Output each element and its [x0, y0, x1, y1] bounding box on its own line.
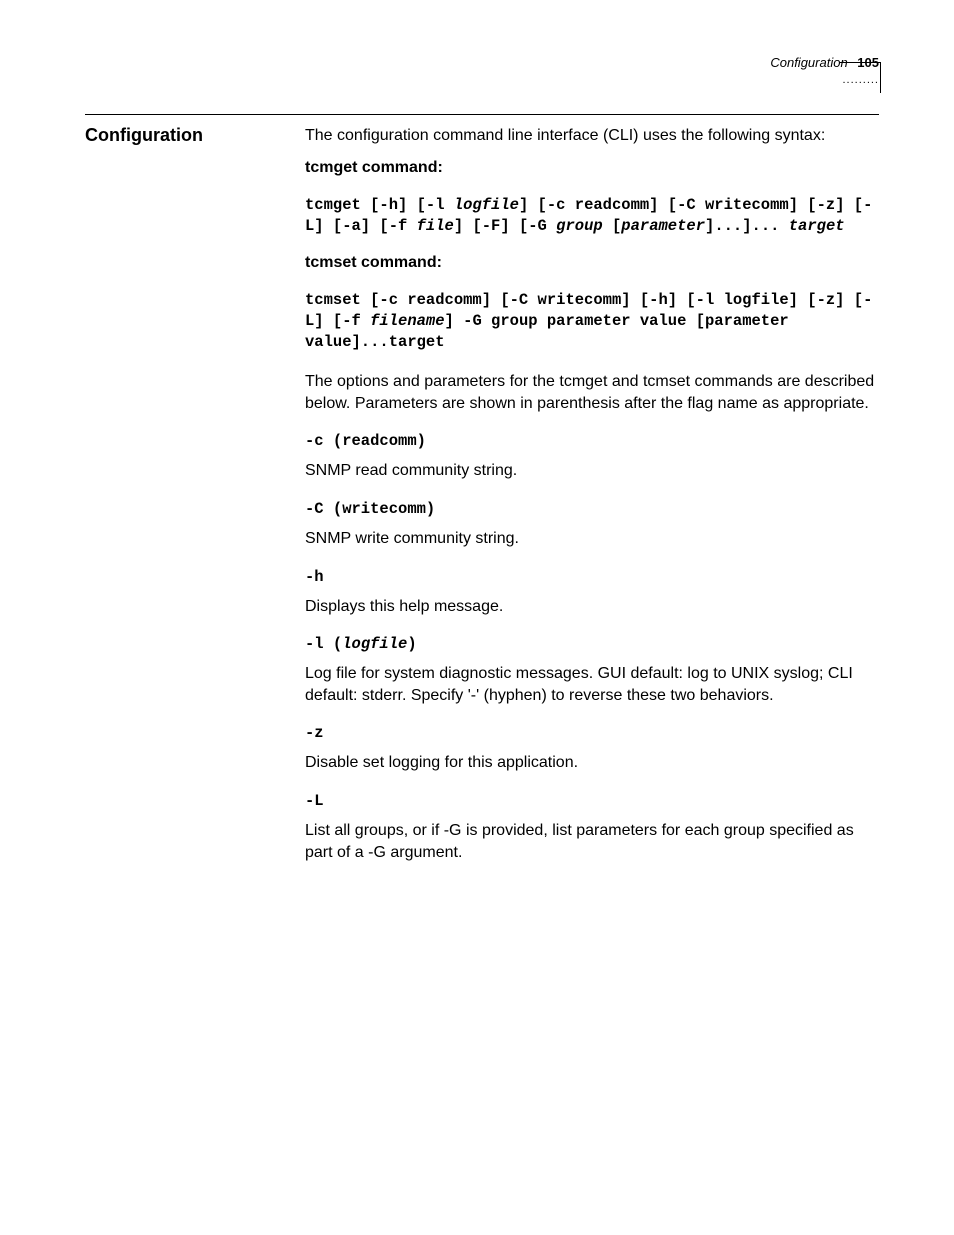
- flag-l-pre: -l (: [305, 635, 342, 653]
- tcmget-file: file: [417, 217, 454, 235]
- flag-z: -z: [305, 724, 879, 742]
- flag-c: -c (readcomm): [305, 432, 879, 450]
- tcmget-syntax-pre: tcmget [-h] [-l: [305, 196, 454, 214]
- running-head: Configuration 105: [85, 55, 879, 70]
- flag-l-arg: logfile: [342, 635, 407, 653]
- tcmget-syntax-mid2: ] [-F] [-G: [454, 217, 556, 235]
- desc-L: List all groups, or if -G is provided, l…: [305, 820, 879, 863]
- section-rule: [85, 114, 879, 115]
- tcmget-logfile: logfile: [454, 196, 519, 214]
- desc-z: Disable set logging for this application…: [305, 752, 879, 774]
- desc-c: SNMP read community string.: [305, 460, 879, 482]
- flag-l: -l (logfile): [305, 635, 879, 653]
- options-intro: The options and parameters for the tcmge…: [305, 371, 879, 414]
- flag-C: -C (writecomm): [305, 500, 879, 518]
- intro-text: The configuration command line interface…: [305, 125, 879, 147]
- flag-h: -h: [305, 568, 879, 586]
- left-column: Configuration: [85, 125, 305, 875]
- content-columns: Configuration The configuration command …: [85, 125, 879, 875]
- tcmget-group: group: [556, 217, 603, 235]
- desc-l: Log file for system diagnostic messages.…: [305, 663, 879, 706]
- header-dots: .........: [85, 74, 879, 86]
- desc-h: Displays this help message.: [305, 596, 879, 618]
- flag-l-post: ): [407, 635, 416, 653]
- tcmget-target: target: [789, 217, 845, 235]
- page: Configuration 105 ......... Configuratio…: [0, 0, 954, 935]
- tcmget-syntax: tcmget [-h] [-l logfile] [-c readcomm] […: [305, 195, 879, 237]
- desc-C: SNMP write community string.: [305, 528, 879, 550]
- flag-L: -L: [305, 792, 879, 810]
- tcmget-syntax-mid3: [: [603, 217, 622, 235]
- tcmget-syntax-mid4: ]...]...: [705, 217, 789, 235]
- section-title: Configuration: [85, 125, 285, 146]
- tcmset-label: tcmset command:: [305, 254, 879, 272]
- right-column: The configuration command line interface…: [305, 125, 879, 875]
- tcmget-label: tcmget command:: [305, 159, 879, 177]
- tcmget-parameter: parameter: [621, 217, 705, 235]
- tcmset-filename: filename: [370, 312, 444, 330]
- tcmset-syntax: tcmset [-c readcomm] [-C writecomm] [-h]…: [305, 290, 879, 353]
